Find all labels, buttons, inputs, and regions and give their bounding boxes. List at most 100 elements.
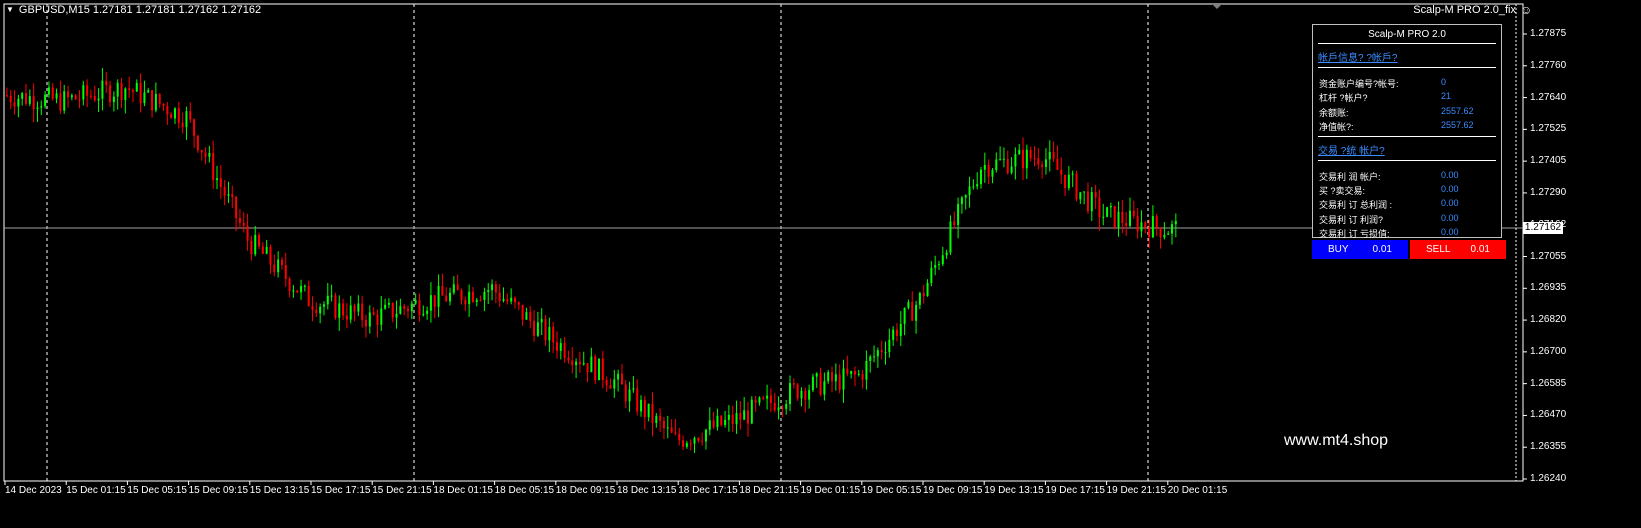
candle-body bbox=[181, 122, 184, 128]
candle-body bbox=[238, 217, 241, 223]
candle-body bbox=[5, 95, 8, 97]
candle-body bbox=[334, 295, 337, 318]
sell-lot: 0.01 bbox=[1470, 244, 1490, 255]
candle-body bbox=[617, 373, 620, 380]
candle-body bbox=[384, 304, 387, 309]
divider bbox=[1318, 135, 1496, 137]
candle-body bbox=[437, 285, 440, 307]
candle-body bbox=[47, 87, 50, 95]
candle-body bbox=[1044, 159, 1047, 167]
panel-title: Scalp-M PRO 2.0 bbox=[1368, 29, 1446, 40]
candle-body bbox=[571, 360, 574, 366]
candle-body bbox=[567, 357, 570, 361]
time-tick: 15 Dec 09:15 bbox=[188, 485, 249, 496]
candle-body bbox=[544, 319, 547, 341]
candle-body bbox=[1113, 206, 1116, 228]
candle-body bbox=[754, 399, 757, 403]
candle-body bbox=[158, 93, 161, 105]
candle-body bbox=[280, 259, 283, 266]
candle-body bbox=[995, 159, 998, 171]
candle-body bbox=[895, 329, 898, 336]
candle-body bbox=[212, 152, 215, 180]
panel-row: 交易利 润 帐户: 0.00 bbox=[1313, 168, 1501, 182]
symbol-menu-icon[interactable]: ▼ bbox=[6, 5, 14, 14]
buy-button[interactable]: BUY 0.01 bbox=[1312, 240, 1408, 259]
time-tick: 15 Dec 17:15 bbox=[311, 485, 371, 496]
row-value: 2557.62 bbox=[1441, 120, 1474, 131]
candle-body bbox=[1075, 173, 1078, 200]
candle-body bbox=[139, 82, 142, 104]
candle-body bbox=[934, 264, 937, 268]
candle-body bbox=[1071, 173, 1074, 175]
price-tick: 1.27290 bbox=[1530, 186, 1567, 198]
candle-body bbox=[372, 312, 375, 315]
candle-body bbox=[575, 361, 578, 366]
candle-body bbox=[1144, 222, 1147, 228]
time-tick: 19 Dec 01:15 bbox=[800, 485, 861, 496]
candle-body bbox=[502, 299, 505, 301]
candle-body bbox=[231, 194, 234, 197]
candle-body bbox=[987, 164, 990, 177]
candle-body bbox=[762, 397, 765, 399]
candle-body bbox=[491, 284, 494, 291]
smiley-face-icon[interactable]: ☺ bbox=[1520, 4, 1532, 16]
chart-frame bbox=[3, 3, 1524, 482]
candle-body bbox=[361, 303, 364, 321]
candle-body bbox=[903, 307, 906, 324]
candle-body bbox=[632, 388, 635, 390]
buy-lot: 0.01 bbox=[1372, 244, 1392, 255]
price-tick: 1.26355 bbox=[1530, 441, 1567, 453]
price-tick: 1.27760 bbox=[1530, 59, 1567, 71]
candle-body bbox=[387, 302, 390, 305]
candle-body bbox=[170, 114, 173, 119]
candle-body bbox=[93, 95, 96, 101]
candle-body bbox=[1121, 211, 1124, 223]
candle-body bbox=[1067, 174, 1070, 188]
candle-body bbox=[55, 93, 58, 99]
time-tick: 18 Dec 09:15 bbox=[555, 485, 616, 496]
candle-body bbox=[1106, 207, 1109, 217]
candle-body bbox=[200, 150, 203, 153]
row-value: 0.00 bbox=[1441, 212, 1459, 223]
candles bbox=[5, 68, 1177, 453]
candle-body bbox=[364, 320, 367, 327]
candle-body bbox=[418, 300, 421, 316]
row-label: 交易利 润 帐户: bbox=[1319, 171, 1381, 182]
candle-body bbox=[326, 295, 329, 305]
price-axis-ticks bbox=[1523, 33, 1527, 480]
candle-body bbox=[930, 267, 933, 283]
candle-body bbox=[827, 372, 830, 382]
panel-row: 买 ?卖交易: 0.00 bbox=[1313, 182, 1501, 196]
candle-body bbox=[17, 98, 20, 107]
candle-body bbox=[410, 303, 413, 312]
sell-button[interactable]: SELL 0.01 bbox=[1410, 240, 1506, 259]
candle-body bbox=[876, 350, 879, 357]
chart-shift-marker[interactable] bbox=[1212, 4, 1222, 9]
candle-body bbox=[999, 159, 1002, 161]
candle-body bbox=[911, 302, 914, 321]
candle-body bbox=[578, 361, 581, 365]
candle-body bbox=[1014, 154, 1017, 167]
panel-row: 杠杆 ?帐户? 21 bbox=[1313, 89, 1501, 103]
candle-body bbox=[51, 87, 54, 99]
candle-body bbox=[640, 399, 643, 412]
candle-body bbox=[953, 221, 956, 225]
candle-body bbox=[682, 440, 685, 447]
candle-body bbox=[32, 96, 35, 109]
candle-body bbox=[1163, 234, 1166, 238]
candle-body bbox=[1109, 206, 1112, 208]
candle-body bbox=[391, 302, 394, 318]
candle-body bbox=[628, 389, 631, 402]
time-tick: 19 Dec 05:15 bbox=[861, 485, 922, 496]
candle-body bbox=[101, 80, 104, 99]
candle-body bbox=[674, 432, 677, 434]
panel-row: 资金账户编号?帐号: 0 bbox=[1313, 75, 1501, 89]
candle-body bbox=[189, 111, 192, 120]
candle-body bbox=[861, 373, 864, 380]
candle-body bbox=[838, 374, 841, 390]
candle-body bbox=[494, 284, 497, 293]
candle-body bbox=[342, 303, 345, 316]
row-value: 0.00 bbox=[1441, 198, 1459, 209]
candle-body bbox=[1025, 149, 1028, 169]
divider bbox=[1318, 67, 1496, 68]
